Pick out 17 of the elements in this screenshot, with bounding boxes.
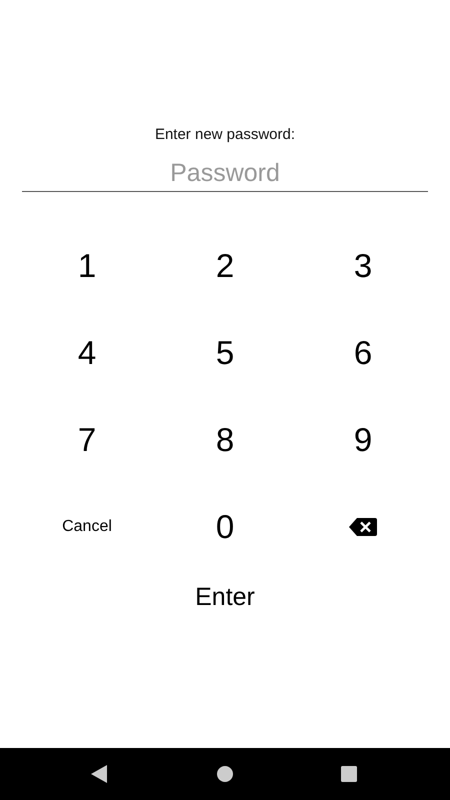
digit-key[interactable]: 8: [216, 420, 234, 458]
digit-key[interactable]: 4: [78, 334, 96, 372]
digit-key[interactable]: 2: [216, 246, 234, 284]
digit-key[interactable]: 1: [78, 246, 96, 284]
cancel-button[interactable]: Cancel: [62, 518, 112, 536]
digit-key[interactable]: 5: [216, 334, 234, 372]
digit-key[interactable]: 6: [354, 334, 372, 372]
backspace-button[interactable]: [349, 518, 377, 536]
digit-key[interactable]: 3: [354, 246, 372, 284]
digit-key[interactable]: 7: [78, 420, 96, 458]
home-icon[interactable]: [217, 766, 233, 782]
prompt-text: Enter new password:: [154, 125, 296, 145]
enter-button[interactable]: Enter: [191, 575, 259, 620]
digit-key[interactable]: 9: [354, 420, 372, 458]
back-icon[interactable]: [91, 765, 107, 783]
backspace-icon: [349, 518, 377, 536]
digit-key[interactable]: 0: [216, 508, 234, 546]
